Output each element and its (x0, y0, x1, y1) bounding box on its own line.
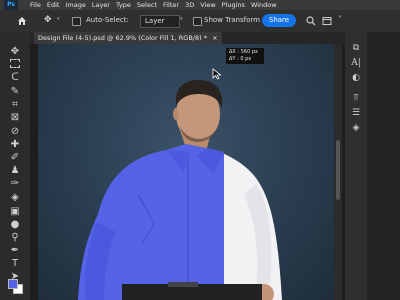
history-brush-icon[interactable]: ✑ (9, 178, 21, 190)
menu-bar: Ps File Edit Image Layer Type Select Filter 3D V… (0, 0, 400, 10)
chevron-down-icon[interactable]: ˅ (338, 15, 342, 24)
menu-edit[interactable]: Edit (47, 1, 60, 9)
quick-select-icon[interactable]: ✎ (9, 86, 21, 98)
close-icon[interactable]: × (212, 34, 217, 42)
transform-readout-tooltip: ΔX : 560 px ΔY : 0 px (226, 48, 264, 64)
share-button[interactable]: Share (262, 14, 296, 27)
white-shirt-region (224, 144, 282, 300)
eyedropper-icon[interactable]: ⊘ (9, 126, 21, 138)
foreground-color-swatch[interactable] (8, 279, 18, 289)
options-bar: ✥ ▾ Auto-Select: Layer ▾ Show Transform … (0, 10, 400, 32)
menu-file[interactable]: File (30, 1, 41, 9)
search-icon[interactable] (306, 16, 316, 26)
menu-type[interactable]: Type (116, 1, 131, 9)
pen-icon[interactable]: ✒ (9, 245, 21, 257)
properties-icon[interactable]: ☰ (350, 107, 362, 119)
type-icon[interactable]: T (9, 258, 21, 270)
frame-icon[interactable]: ⊠ (9, 112, 21, 124)
auto-select-label: Auto-Select: (86, 16, 129, 24)
blur-icon[interactable]: ● (9, 219, 21, 231)
menu-view[interactable]: View (200, 1, 215, 9)
gradient-icon[interactable]: ▣ (9, 206, 21, 218)
history-icon[interactable]: ⧉ (350, 42, 362, 54)
crop-icon[interactable]: ⌗ (9, 99, 21, 111)
tool-bar: ✥ ᑕ ✎ ⌗ ⊠ ⊘ ✚ ✐ ♟ ✑ ◈ ▣ ● ⚲ ✒ T ➤ (0, 32, 30, 300)
show-transform-checkbox[interactable] (193, 17, 202, 26)
tool-preset-chevron-icon[interactable]: ▾ (57, 16, 60, 22)
document-tab-bar: Design File (4-5).psd @ 62.9% (Color Fil… (30, 32, 346, 44)
brush-icon[interactable]: ✐ (9, 152, 21, 164)
character-icon[interactable]: A| (350, 57, 362, 69)
menu-filter[interactable]: Filter (163, 1, 179, 9)
chevron-down-icon: ▾ (180, 16, 183, 22)
lasso-icon[interactable]: ᑕ (9, 72, 21, 84)
menu-plugins[interactable]: Plugins (222, 1, 245, 9)
vertical-scrollbar[interactable] (334, 44, 342, 300)
document-tab-title: Design File (4-5).psd @ 62.9% (Color Fil… (38, 34, 207, 42)
photoshop-logo: Ps (4, 0, 18, 10)
workspace-icon[interactable] (322, 16, 332, 26)
marquee-icon[interactable] (9, 59, 21, 71)
healing-icon[interactable]: ✚ (9, 139, 21, 151)
move-icon[interactable]: ✥ (9, 46, 21, 58)
blue-shirt-region (78, 144, 224, 300)
move-tool-icon[interactable]: ✥ (44, 15, 52, 25)
delta-y-readout: ΔY : 0 px (229, 56, 252, 62)
collapsed-panel-area (367, 32, 400, 300)
show-transform-label: Show Transform (204, 16, 260, 24)
adjustments-icon[interactable]: ⫪ (350, 92, 362, 104)
color-icon[interactable]: ◐ (350, 72, 362, 84)
menu-image[interactable]: Image (65, 1, 85, 9)
panel-icon-strip: ⧉ A| ◐ ⫪ ☰ ◈ (345, 32, 367, 300)
menu-items: File Edit Image Layer Type Select Filter 3D View… (30, 1, 283, 9)
dodge-icon[interactable]: ⚲ (9, 232, 21, 244)
menu-window[interactable]: Window (251, 1, 277, 9)
photo-man-half-blue-shirt (78, 80, 282, 300)
canvas-margin (30, 44, 38, 300)
delta-x-readout: ΔX : 560 px (229, 49, 258, 55)
layers-icon[interactable]: ◈ (350, 122, 362, 134)
stamp-icon[interactable]: ♟ (9, 165, 21, 177)
eraser-icon[interactable]: ◈ (9, 192, 21, 204)
menu-layer[interactable]: Layer (92, 1, 110, 9)
menu-select[interactable]: Select (137, 1, 157, 9)
arrow-cursor-icon (212, 68, 222, 80)
menu-3d[interactable]: 3D (185, 1, 194, 9)
auto-select-dropdown[interactable]: Layer (140, 15, 180, 28)
document-tab[interactable]: Design File (4-5).psd @ 62.9% (Color Fil… (34, 32, 222, 44)
document-canvas[interactable] (38, 44, 334, 300)
home-icon[interactable] (17, 16, 27, 26)
scrollbar-thumb[interactable] (336, 140, 340, 200)
auto-select-checkbox[interactable] (72, 17, 81, 26)
